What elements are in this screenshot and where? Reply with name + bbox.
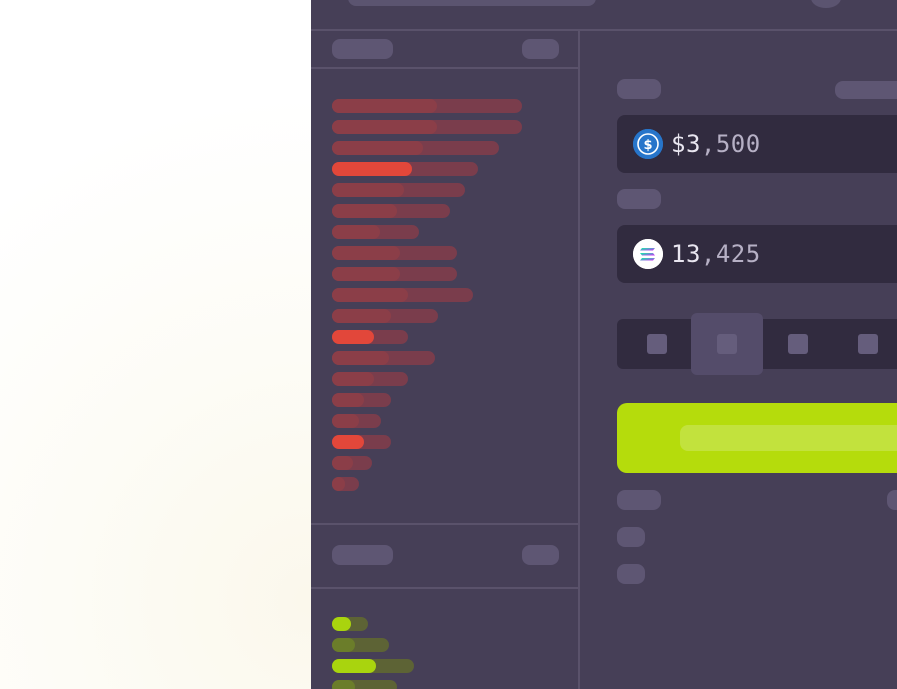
- detail-label-2: [617, 527, 645, 547]
- ask-fill-bar: [332, 330, 374, 344]
- usdc-dollar-icon: $: [633, 129, 663, 159]
- ask-fill-bar: [332, 309, 391, 323]
- ask-fill-bar: [332, 162, 412, 176]
- receive-label: [617, 189, 661, 209]
- swap-panel: $ $3,500 13,425: [580, 31, 897, 689]
- market-selector[interactable]: [348, 0, 596, 6]
- receive-amount-field[interactable]: 13,425: [617, 225, 897, 283]
- trading-app: $ $3,500 13,425: [311, 0, 897, 689]
- asks-header-label: [332, 39, 393, 59]
- bid-fill-bar: [332, 680, 355, 689]
- swap-button[interactable]: [617, 403, 897, 473]
- detail-label-1: [617, 490, 661, 510]
- detail-label-3: [617, 564, 645, 584]
- ask-fill-bar: [332, 120, 437, 134]
- ask-fill-bar: [332, 225, 380, 239]
- slippage-option-3[interactable]: [762, 319, 834, 369]
- option-square: [717, 334, 737, 354]
- pay-amount-field[interactable]: $ $3,500: [617, 115, 897, 173]
- solana-icon: [633, 239, 663, 269]
- bids-header-label: [332, 545, 393, 565]
- option-square: [788, 334, 808, 354]
- ask-fill-bar: [332, 141, 423, 155]
- ask-fill-bar: [332, 204, 397, 218]
- bid-fill-bar: [332, 617, 351, 631]
- swap-button-label: [680, 425, 897, 451]
- ask-fill-bar: [332, 456, 353, 470]
- svg-text:$: $: [643, 138, 652, 153]
- slippage-option-4[interactable]: [832, 319, 897, 369]
- receive-amount-value: 13,425: [671, 240, 761, 268]
- ask-fill-bar: [332, 288, 408, 302]
- bid-fill-bar: [332, 638, 355, 652]
- detail-value-1: [887, 490, 897, 510]
- ask-fill-bar: [332, 351, 389, 365]
- slippage-option-1[interactable]: [621, 319, 693, 369]
- pay-amount-value: $3,500: [671, 130, 761, 158]
- slippage-option-2[interactable]: [691, 313, 763, 375]
- option-square: [647, 334, 667, 354]
- asks-header: [311, 31, 578, 69]
- ask-fill-bar: [332, 99, 437, 113]
- slippage-selector: [617, 313, 897, 375]
- top-bar: [311, 0, 897, 31]
- settings-icon[interactable]: [811, 0, 841, 8]
- balance-label: [835, 81, 897, 99]
- ask-fill-bar: [332, 393, 364, 407]
- bid-fill-bar: [332, 659, 376, 673]
- option-square: [858, 334, 878, 354]
- order-book-panel: [311, 31, 580, 689]
- ask-fill-bar: [332, 372, 374, 386]
- ask-fill-bar: [332, 477, 345, 491]
- bids-header-value: [522, 545, 559, 565]
- ask-fill-bar: [332, 414, 359, 428]
- ask-fill-bar: [332, 246, 400, 260]
- pay-label: [617, 79, 661, 99]
- ask-fill-bar: [332, 183, 404, 197]
- ask-fill-bar: [332, 435, 364, 449]
- asks-header-value: [522, 39, 559, 59]
- ask-fill-bar: [332, 267, 400, 281]
- bids-header: [311, 523, 578, 589]
